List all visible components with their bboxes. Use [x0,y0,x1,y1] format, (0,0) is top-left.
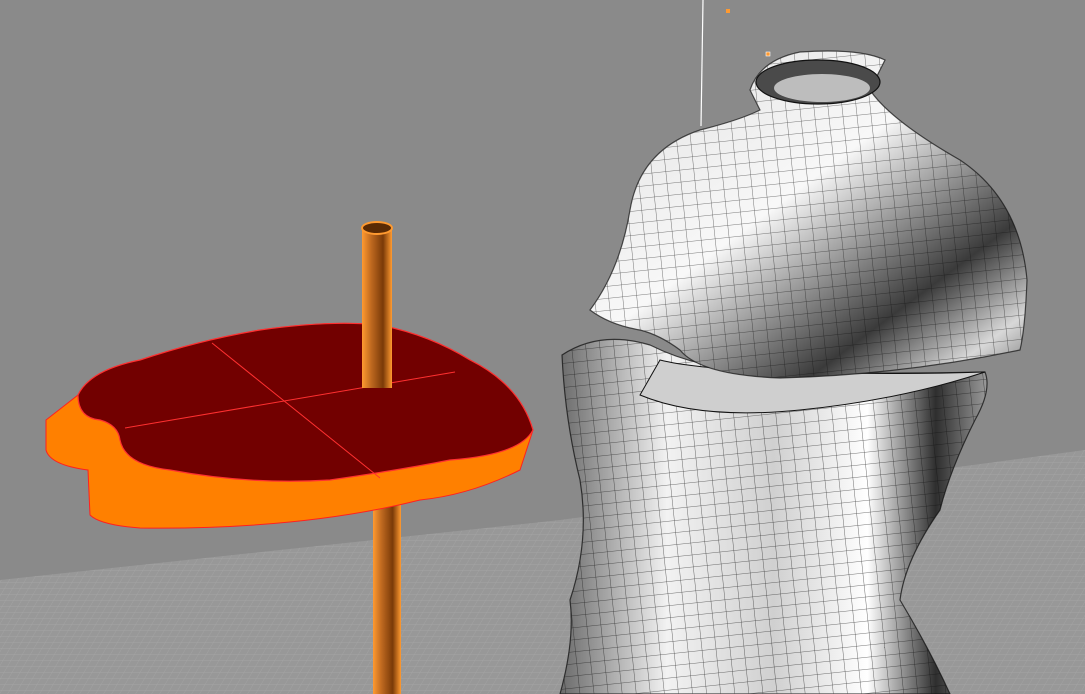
pole-lower[interactable] [373,505,401,694]
mannequin-upper[interactable] [589,50,1028,379]
3d-viewport[interactable] [0,0,1085,694]
control-point[interactable] [726,9,730,13]
viewport-canvas[interactable] [0,0,1085,694]
curve-line[interactable] [700,0,704,127]
pole-upper[interactable] [361,221,393,388]
mannequin-lower[interactable] [559,338,988,694]
control-point[interactable] [765,51,771,57]
table-top [77,322,534,482]
table[interactable] [45,322,534,529]
